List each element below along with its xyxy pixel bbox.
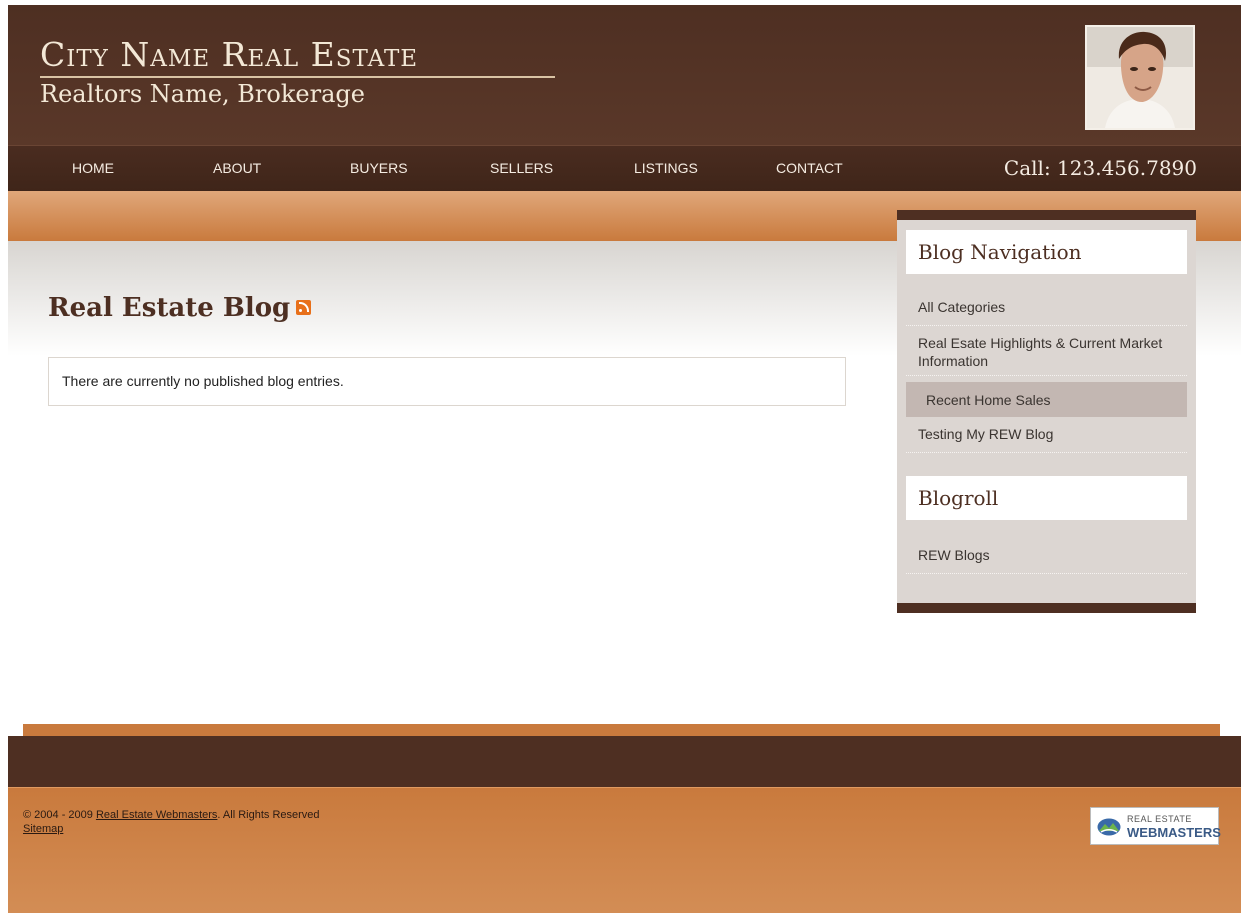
- copyright: © 2004 - 2009 Real Estate Webmasters. Al…: [23, 808, 320, 836]
- site-header: City Name Real Estate Realtors Name, Bro…: [8, 5, 1241, 145]
- sitemap-link[interactable]: Sitemap: [23, 823, 63, 835]
- nav-home[interactable]: HOME: [72, 160, 114, 176]
- sidebar-item-all-categories[interactable]: All Categories: [906, 298, 1187, 326]
- brand-title[interactable]: City Name Real Estate: [40, 35, 418, 74]
- nav-contact[interactable]: CONTACT: [776, 160, 843, 176]
- nav-buyers[interactable]: BUYERS: [350, 160, 408, 176]
- main-nav: HOME ABOUT BUYERS SELLERS LISTINGS CONTA…: [8, 145, 1241, 191]
- logo-line2: WEBMASTERS: [1127, 825, 1221, 840]
- sidebar-item-market-info[interactable]: Real Esate Highlights & Current Market I…: [906, 334, 1187, 376]
- sidebar-item-recent-home-sales[interactable]: Recent Home Sales: [906, 382, 1187, 417]
- brand-divider: [40, 76, 555, 78]
- site-footer: © 2004 - 2009 Real Estate Webmasters. Al…: [8, 787, 1241, 913]
- brand-subtitle: Realtors Name, Brokerage: [40, 80, 365, 108]
- company-link[interactable]: Real Estate Webmasters: [96, 809, 217, 821]
- logo-line1: REAL ESTATE: [1127, 814, 1192, 824]
- agent-photo: [1085, 25, 1195, 130]
- empty-state-text: There are currently no published blog en…: [62, 373, 344, 389]
- copyright-suffix: . All Rights Reserved: [217, 809, 320, 821]
- blogroll-heading: Blogroll: [906, 476, 1187, 520]
- rss-feed-icon[interactable]: [296, 300, 312, 315]
- agent-photo-image: [1087, 27, 1193, 128]
- nav-sellers[interactable]: SELLERS: [490, 160, 553, 176]
- blog-sidebar: Blog Navigation All Categories Real Esat…: [897, 210, 1196, 613]
- empty-state-message: There are currently no published blog en…: [48, 357, 846, 406]
- rew-logo[interactable]: REAL ESTATE WEBMASTERS: [1090, 807, 1221, 845]
- sidebar-item-testing-blog[interactable]: Testing My REW Blog: [906, 425, 1187, 453]
- blogroll-item-rew-blogs[interactable]: REW Blogs: [906, 546, 1187, 574]
- mountain-logo-icon: [1097, 818, 1121, 836]
- copyright-prefix: © 2004 - 2009: [23, 809, 93, 821]
- footer-accent-strip: [23, 724, 1220, 736]
- page-title: Real Estate Blog: [48, 293, 312, 323]
- page-title-text: Real Estate Blog: [48, 293, 291, 323]
- nav-about[interactable]: ABOUT: [213, 160, 261, 176]
- blog-navigation-heading: Blog Navigation: [906, 230, 1187, 274]
- phone-number: Call: 123.456.7890: [1003, 156, 1197, 180]
- footer-bar: [8, 736, 1241, 787]
- nav-listings[interactable]: LISTINGS: [634, 160, 698, 176]
